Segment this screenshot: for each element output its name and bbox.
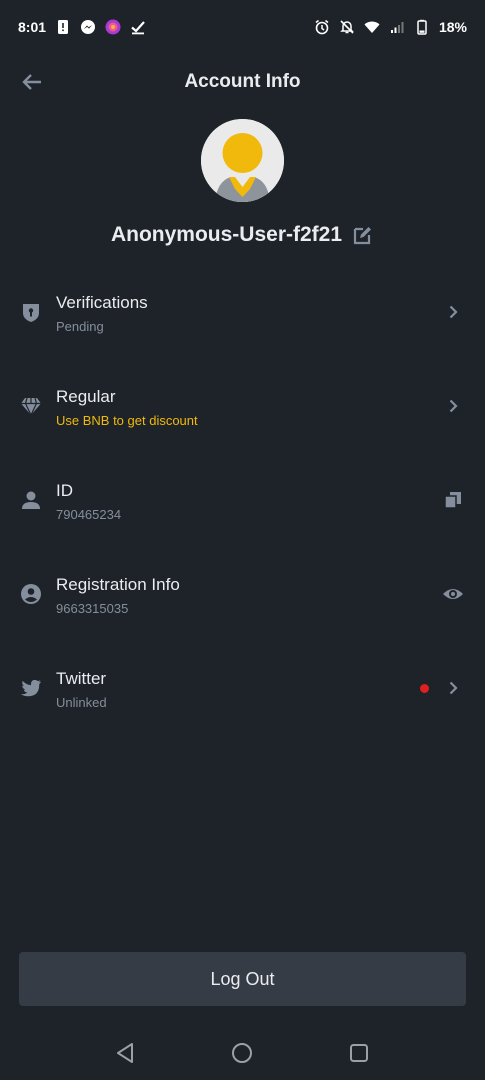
item-title: ID: [56, 481, 73, 500]
battery-percent: 18%: [438, 19, 467, 35]
item-subtitle: Unlinked: [56, 695, 107, 710]
username: Anonymous-User-f2f21: [110, 223, 343, 246]
eye-icon[interactable]: [441, 582, 465, 606]
header: Account Info: [0, 60, 485, 104]
back-triangle-icon[interactable]: [112, 1040, 138, 1066]
item-subtitle: 9663315035: [56, 601, 129, 616]
account-circle-icon: [19, 582, 43, 606]
item-title: Regular: [56, 387, 116, 406]
item-title: Verifications: [56, 293, 148, 312]
wifi-icon: [364, 19, 380, 35]
item-subtitle: Pending: [56, 319, 104, 334]
copy-icon[interactable]: [441, 488, 465, 512]
signal-icon: [389, 19, 405, 35]
avatar[interactable]: [201, 119, 284, 202]
chevron-right-icon: [441, 394, 465, 418]
list-item-twitter[interactable]: Twitter Unlinked: [0, 652, 485, 746]
alarm-icon: [314, 19, 330, 35]
status-bar: 8:01 18%: [0, 0, 485, 54]
item-subtitle: Use BNB to get discount: [56, 413, 198, 428]
home-circle-icon[interactable]: [229, 1040, 255, 1066]
system-nav-bar: [0, 1026, 485, 1080]
item-subtitle: 790465234: [56, 507, 122, 522]
mute-icon: [339, 19, 355, 35]
list-item-regular[interactable]: Regular Use BNB to get discount: [0, 370, 485, 464]
app-icon: [105, 19, 121, 35]
list-item-verifications[interactable]: Verifications Pending: [0, 276, 485, 370]
person-icon: [19, 488, 43, 512]
item-title: Registration Info: [56, 575, 180, 594]
alert-icon: [55, 19, 71, 35]
messenger-icon: [80, 19, 96, 35]
back-button[interactable]: [18, 68, 46, 96]
page-title: Account Info: [184, 71, 301, 92]
diamond-icon: [19, 394, 43, 418]
edit-icon[interactable]: [352, 224, 374, 246]
arrow-left-icon: [20, 70, 44, 94]
check-icon: [130, 19, 146, 35]
list-item-id[interactable]: ID 790465234: [0, 464, 485, 558]
logout-button[interactable]: Log Out: [19, 952, 466, 1006]
notification-dot: [420, 684, 429, 693]
status-time: 8:01: [18, 19, 47, 35]
shield-icon: [19, 300, 43, 324]
list-item-registration-info[interactable]: Registration Info 9663315035: [0, 558, 485, 652]
recents-square-icon[interactable]: [346, 1040, 372, 1066]
twitter-icon: [19, 676, 43, 700]
username-row: Anonymous-User-f2f21: [0, 218, 485, 252]
chevron-right-icon: [441, 676, 465, 700]
battery-icon: [414, 19, 430, 35]
item-title: Twitter: [56, 669, 107, 688]
account-info-list: Verifications Pending Regular Use BNB to…: [0, 276, 485, 746]
chevron-right-icon: [441, 300, 465, 324]
